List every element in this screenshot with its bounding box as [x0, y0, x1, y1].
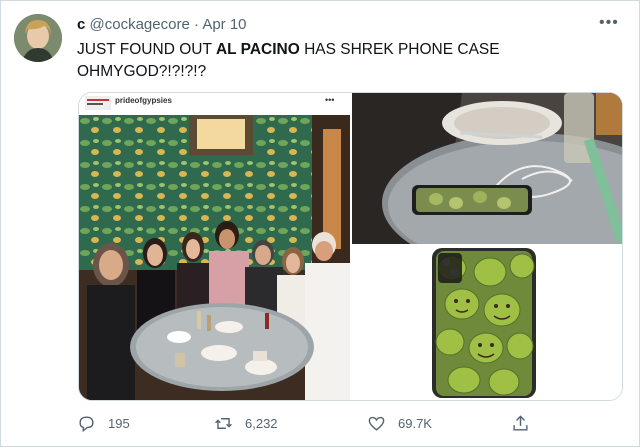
tweet-header: c @cockagecore · Apr 10 — [77, 16, 247, 34]
avatar-image — [14, 14, 62, 62]
reply-button[interactable]: 195 — [77, 411, 130, 435]
media-photo-table-closeup[interactable] — [352, 93, 622, 244]
instagram-avatar-icon — [85, 96, 111, 110]
author-handle[interactable]: @cockagecore — [90, 16, 190, 33]
share-button[interactable] — [511, 411, 542, 435]
tweet-card[interactable]: c @cockagecore · Apr 10 ••• JUST FOUND O… — [0, 0, 640, 447]
heart-icon — [368, 416, 385, 431]
restaurant-photo — [79, 115, 350, 400]
instagram-header: prideofgypsies ••• — [79, 93, 350, 115]
avatar[interactable] — [14, 14, 62, 62]
table-closeup-photo — [352, 93, 622, 244]
reply-count: 195 — [108, 415, 130, 431]
instagram-username: prideofgypsies — [115, 96, 172, 105]
retweet-button[interactable]: 6,232 — [214, 411, 278, 435]
tweet-text-bold: AL PACINO — [215, 41, 300, 58]
author-name[interactable]: c — [77, 16, 85, 33]
like-count: 69.7K — [398, 415, 432, 431]
media-photo-shrek-case[interactable] — [352, 246, 622, 400]
tweet-text-part1: JUST FOUND OUT — [77, 41, 216, 58]
media-photo-restaurant[interactable]: prideofgypsies ••• — [79, 93, 350, 400]
media-grid: prideofgypsies ••• — [78, 92, 623, 401]
share-icon — [513, 414, 528, 431]
tweet-text: JUST FOUND OUT AL PACINO HAS SHREK PHONE… — [77, 39, 617, 83]
like-button[interactable]: 69.7K — [367, 411, 432, 435]
separator-dot: · — [193, 16, 199, 33]
retweet-icon — [215, 417, 232, 429]
reply-icon — [79, 415, 94, 432]
instagram-more-icon: ••• — [325, 95, 335, 105]
more-icon[interactable]: ••• — [599, 15, 619, 31]
tweet-actions: 195 6,232 69.7K — [77, 411, 617, 437]
shrek-phone-case-photo — [352, 246, 622, 400]
retweet-count: 6,232 — [245, 415, 278, 431]
tweet-date[interactable]: Apr 10 — [202, 16, 246, 33]
